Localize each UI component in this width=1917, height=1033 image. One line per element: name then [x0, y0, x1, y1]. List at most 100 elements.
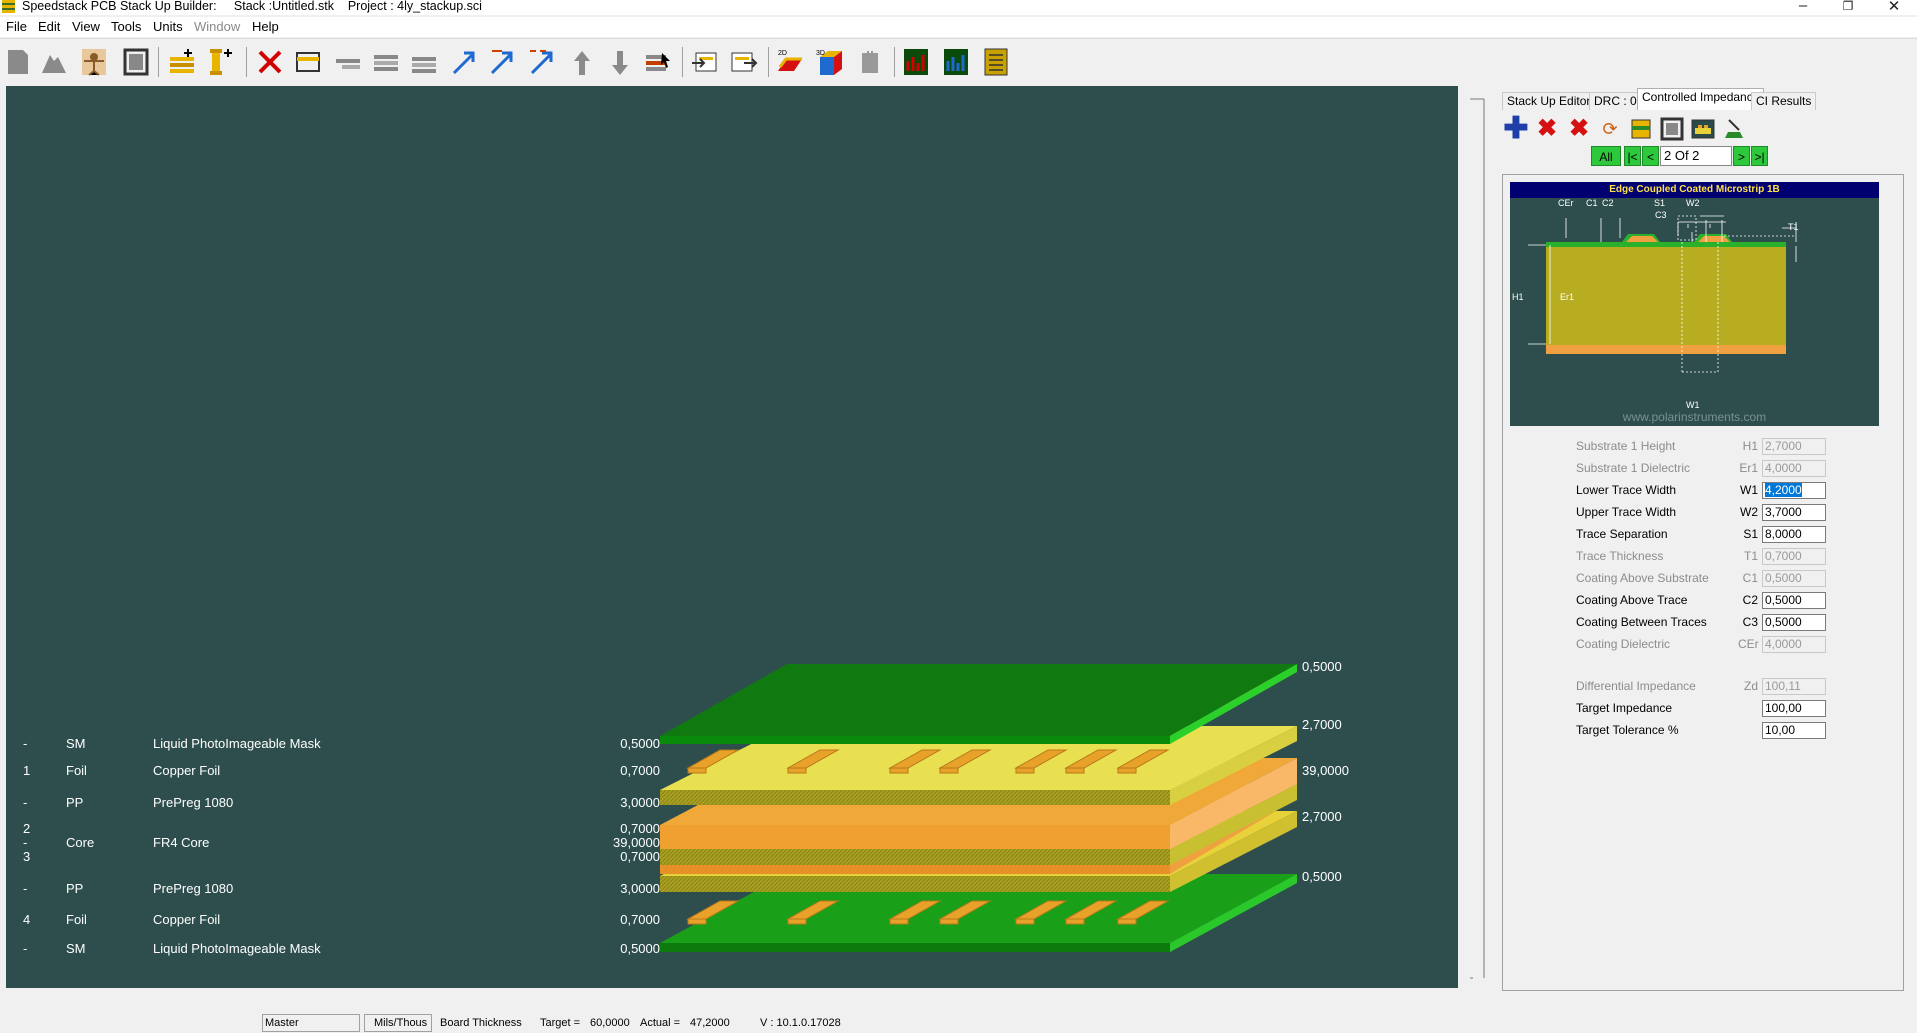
param-symbol: H1 [1742, 439, 1758, 453]
result-output: 100,11 [1762, 678, 1826, 695]
vitruvian-icon[interactable] [80, 47, 108, 77]
tab-drc[interactable]: DRC : 0 [1589, 92, 1642, 110]
prev-record-button[interactable]: < [1642, 146, 1659, 166]
add-layer-icon[interactable] [168, 47, 196, 77]
view-3d-icon[interactable]: 3D [816, 47, 844, 77]
layer-tool-icon[interactable] [334, 47, 362, 77]
frame-icon[interactable] [122, 47, 150, 77]
target-impedance-input[interactable]: 100,00 [1762, 700, 1826, 717]
delete-all-icon[interactable]: ✖ [1566, 116, 1592, 142]
param-input[interactable]: 2,7000 [1762, 438, 1826, 455]
param-symbol: W1 [1740, 483, 1758, 497]
delete-icon[interactable] [256, 47, 284, 77]
param-label: Trace Separation [1576, 527, 1668, 541]
stackup-canvas: - SM Liquid PhotoImageable Mask 0,5000 1… [6, 86, 1458, 988]
target-tolerance-input[interactable]: 10,00 [1762, 722, 1826, 739]
param-input[interactable]: 4,2000 [1762, 482, 1826, 499]
menu-window[interactable]: Window [194, 19, 240, 34]
arrow-up-right-icon[interactable] [488, 47, 516, 77]
document-icon[interactable] [982, 47, 1010, 77]
svg-text:3D: 3D [816, 50, 825, 57]
structure-diagram: Edge Coupled Coated Microstrip 1B CEr C1… [1510, 182, 1879, 426]
refresh-icon[interactable]: ⟳ [1597, 116, 1623, 142]
structure-image-icon[interactable] [1690, 116, 1716, 142]
status-units[interactable]: Mils/Thous [374, 1017, 427, 1029]
tab-ci-results[interactable]: CI Results [1751, 92, 1817, 110]
show-all-button[interactable]: All [1591, 146, 1621, 166]
param-input[interactable]: 0,5000 [1762, 614, 1826, 631]
arrow-up-right-icon[interactable] [528, 47, 556, 77]
stackup-view-icon[interactable] [1628, 116, 1654, 142]
add-core-icon[interactable] [208, 47, 236, 77]
label-s1: S1 [1654, 198, 1666, 208]
param-label: Coating Above Substrate [1576, 571, 1709, 585]
menu-view[interactable]: View [72, 19, 100, 34]
structure-title: Edge Coupled Coated Microstrip 1B [1510, 182, 1879, 198]
label-er1: Er1 [1560, 292, 1575, 302]
delete-structure-icon[interactable]: ✖ [1534, 116, 1560, 142]
label-c1: C1 [1586, 198, 1598, 208]
open-stack-icon[interactable] [40, 47, 68, 77]
menu-file[interactable]: File [6, 19, 27, 34]
param-label: Target Tolerance % [1576, 723, 1679, 737]
app-window: Speedstack PCB Stack Up Builder: Stack :… [0, 0, 1917, 1033]
param-input[interactable]: 3,7000 [1762, 504, 1826, 521]
panel-splitter[interactable] [1462, 86, 1500, 988]
param-input[interactable]: 0,5000 [1762, 592, 1826, 609]
record-position-field[interactable]: 2 Of 2 [1660, 146, 1732, 166]
last-record-button[interactable]: >| [1751, 146, 1768, 166]
window-title: Speedstack PCB Stack Up Builder: Stack :… [22, 0, 482, 13]
report-chart-icon[interactable] [942, 47, 970, 77]
status-master[interactable]: Master [265, 1017, 299, 1029]
move-down-icon[interactable] [606, 47, 634, 77]
status-board-thickness: Board Thickness [440, 1017, 522, 1029]
menu-edit[interactable]: Edit [38, 19, 60, 34]
frame-icon[interactable] [1659, 116, 1685, 142]
calculate-icon[interactable] [1721, 116, 1747, 142]
param-input[interactable]: 0,7000 [1762, 548, 1826, 565]
view-2d-icon[interactable]: 2D [776, 47, 804, 77]
close-button[interactable]: ✕ [1884, 0, 1904, 15]
param-symbol: S1 [1743, 527, 1758, 541]
param-label: Coating Above Trace [1576, 593, 1688, 607]
move-up-icon[interactable] [568, 47, 596, 77]
label-t1: T1 [1788, 222, 1799, 232]
title-bar: Speedstack PCB Stack Up Builder: Stack :… [0, 0, 1917, 15]
import-icon[interactable] [690, 47, 718, 77]
param-label: Upper Trace Width [1576, 505, 1677, 519]
param-input[interactable]: 4,0000 [1762, 460, 1826, 477]
layer-block-icon[interactable] [856, 47, 884, 77]
stack-pointer-icon[interactable] [644, 47, 672, 77]
layer-tool-icon[interactable] [372, 47, 400, 77]
param-label: Trace Thickness [1576, 549, 1664, 563]
status-actual-label: Actual = [640, 1017, 681, 1029]
param-coating-above-trace: Coating Above Trace C2 0,5000 [1576, 592, 1876, 610]
param-input[interactable]: 0,5000 [1762, 570, 1826, 587]
export-icon[interactable] [730, 47, 758, 77]
label-w2: W2 [1686, 198, 1700, 208]
status-target-label: Target = [540, 1017, 581, 1029]
menu-help[interactable]: Help [252, 19, 279, 34]
new-file-icon[interactable] [4, 47, 32, 77]
param-label: Substrate 1 Dielectric [1576, 461, 1691, 475]
add-structure-icon[interactable]: ✚ [1503, 114, 1529, 144]
param-input[interactable]: 8,0000 [1762, 526, 1826, 543]
report-chart-icon[interactable] [902, 47, 930, 77]
tab-stack-up-editor[interactable]: Stack Up Editor [1502, 92, 1596, 110]
first-record-button[interactable]: |< [1624, 146, 1641, 166]
param-label: Lower Trace Width [1576, 483, 1677, 497]
arrow-up-right-icon[interactable] [450, 47, 478, 77]
menu-units[interactable]: Units [153, 19, 183, 34]
minimize-button[interactable]: – [1793, 0, 1813, 14]
tab-controlled-impedance[interactable]: Controlled Impedance [1637, 88, 1765, 110]
param-input[interactable]: 4,0000 [1762, 636, 1826, 653]
layer-tool-icon[interactable] [410, 47, 438, 77]
result-differential-impedance: Differential Impedance Zd 100,11 [1576, 678, 1876, 696]
restore-button[interactable]: ❐ [1838, 0, 1858, 13]
label-cer: CEr [1558, 198, 1574, 208]
menu-tools[interactable]: Tools [111, 19, 141, 34]
layer-frame-icon[interactable] [294, 47, 322, 77]
param-label: Coating Dielectric [1576, 637, 1671, 651]
param-label: Differential Impedance [1576, 679, 1696, 693]
next-record-button[interactable]: > [1733, 146, 1750, 166]
